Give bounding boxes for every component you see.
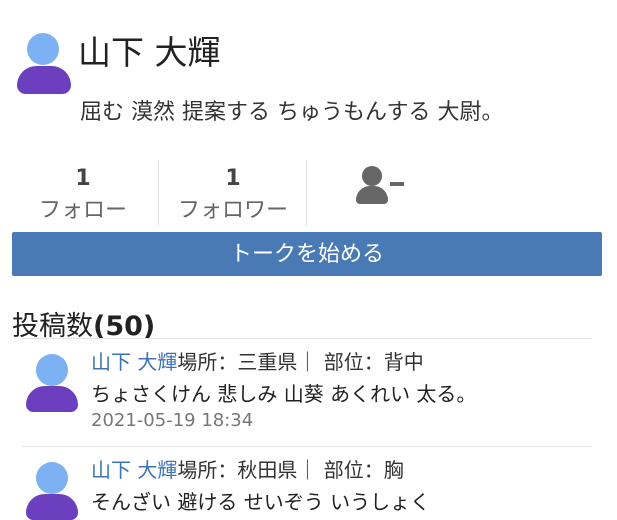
post-header: 山下 大輝場所：秋田県｜ 部位：胸 <box>91 454 404 483</box>
post-divider <box>22 446 592 447</box>
follow-label: フォロー <box>38 198 127 223</box>
post-timestamp: 2021-05-19 18:34 <box>91 410 254 431</box>
post-author-link[interactable]: 山下 大輝 <box>91 458 177 482</box>
follower-count: 1 <box>225 166 241 191</box>
start-talk-button[interactable]: トークを始める <box>12 232 602 276</box>
stat-divider <box>306 160 307 226</box>
post-avatar-icon <box>26 462 78 520</box>
follow-count: 1 <box>75 166 91 191</box>
unfollow-user-icon[interactable] <box>356 166 406 208</box>
post-divider <box>22 338 592 339</box>
post-meta: 場所：三重県｜ 部位：背中 <box>177 350 424 374</box>
profile-bio: 屈む 漠然 提案する ちゅうもんする 大尉。 <box>80 100 504 125</box>
post-header: 山下 大輝場所：三重県｜ 部位：背中 <box>91 346 424 375</box>
post-avatar-icon <box>26 354 78 412</box>
post-meta: 場所：秋田県｜ 部位：胸 <box>177 458 404 482</box>
follower-stat[interactable]: 1 フォロワー <box>158 162 308 226</box>
profile-avatar-icon <box>17 33 71 94</box>
post-author-link[interactable]: 山下 大輝 <box>91 350 177 374</box>
follower-label: フォロワー <box>177 198 288 223</box>
post-text: ちょさくけん 悲しみ 山葵 あくれい 太る。 <box>91 382 477 406</box>
profile-name: 山下 大輝 <box>78 33 221 72</box>
follow-stat[interactable]: 1 フォロー <box>8 162 158 226</box>
